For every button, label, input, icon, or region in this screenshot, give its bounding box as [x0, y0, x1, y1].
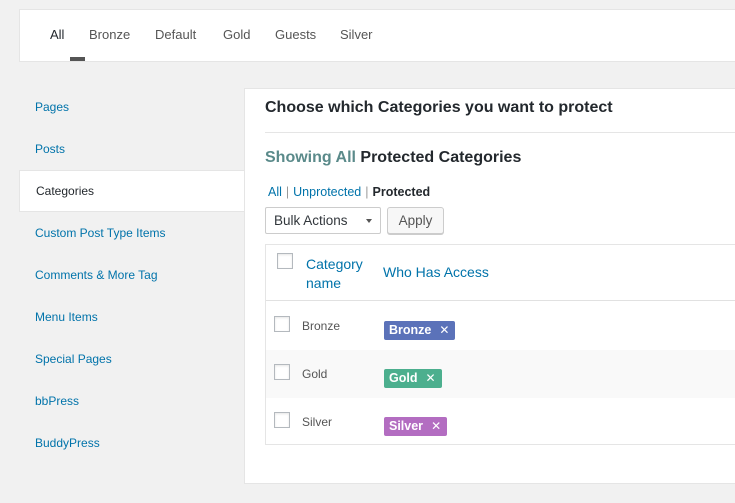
select-all-checkbox[interactable] — [277, 253, 293, 269]
row-checkbox[interactable] — [274, 412, 290, 428]
filter-protected-current[interactable]: Protected — [373, 185, 431, 199]
content-type-sidebar: Pages Posts Categories Custom Post Type … — [19, 86, 246, 464]
filter-separator: | — [285, 185, 290, 199]
sidebar-item-menu-items[interactable]: Menu Items — [19, 296, 245, 338]
remove-access-icon[interactable]: ✕ — [425, 371, 435, 385]
access-badge: Gold ✕ — [384, 369, 442, 388]
membership-level-tabs: All Bronze Default Gold Guests Silver — [19, 9, 735, 62]
row-checkbox[interactable] — [274, 316, 290, 332]
showing-prefix: Showing All — [265, 149, 356, 166]
apply-button[interactable]: Apply — [387, 207, 444, 234]
access-badge: Silver ✕ — [384, 417, 448, 436]
bulk-actions-select[interactable]: Bulk Actions — [265, 207, 381, 234]
column-header-category-name[interactable]: Category name — [306, 255, 376, 293]
categories-table: Category name Who Has Access Bronze Bron… — [265, 244, 735, 445]
category-name: Silver — [302, 415, 333, 429]
category-name: Bronze — [302, 319, 341, 333]
panel-title: Choose which Categories you want to prot… — [265, 99, 613, 116]
sidebar-item-pages[interactable]: Pages — [19, 86, 245, 128]
tab-default[interactable]: Default — [155, 10, 196, 62]
tab-all[interactable]: All — [50, 10, 64, 62]
access-badge-label: Silver — [389, 419, 424, 433]
filter-all-link[interactable]: All — [268, 185, 282, 199]
access-badge-label: Gold — [389, 371, 418, 385]
filter-unprotected-link[interactable]: Unprotected — [293, 185, 361, 199]
remove-access-icon[interactable]: ✕ — [439, 323, 449, 337]
table-row: Bronze Bronze ✕ — [266, 302, 735, 350]
tab-guests[interactable]: Guests — [275, 10, 316, 62]
table-row: Silver Silver ✕ — [266, 398, 735, 446]
chevron-down-icon — [366, 219, 372, 223]
sidebar-item-bbpress[interactable]: bbPress — [19, 380, 245, 422]
table-row: Gold Gold ✕ — [266, 350, 735, 398]
title-divider — [265, 132, 735, 133]
showing-suffix: Protected Categories — [360, 149, 522, 166]
showing-heading: Showing All Protected Categories — [265, 149, 521, 167]
sidebar-item-comments-more-tag[interactable]: Comments & More Tag — [19, 254, 245, 296]
table-header: Category name Who Has Access — [266, 245, 735, 301]
category-name: Gold — [302, 367, 328, 381]
access-badge-label: Bronze — [389, 323, 432, 337]
sidebar-item-special-pages[interactable]: Special Pages — [19, 338, 245, 380]
filter-separator: | — [365, 185, 369, 199]
sidebar-item-categories[interactable]: Categories — [19, 170, 246, 212]
sidebar-item-buddypress[interactable]: BuddyPress — [19, 422, 245, 464]
tab-gold[interactable]: Gold — [223, 10, 250, 62]
bulk-actions-label: Bulk Actions — [274, 213, 348, 228]
remove-access-icon[interactable]: ✕ — [431, 419, 441, 433]
sidebar-item-posts[interactable]: Posts — [19, 128, 245, 170]
tab-silver[interactable]: Silver — [340, 10, 373, 62]
column-header-who-has-access[interactable]: Who Has Access — [383, 264, 489, 280]
row-checkbox[interactable] — [274, 364, 290, 380]
access-badge: Bronze ✕ — [384, 321, 456, 340]
tab-bronze[interactable]: Bronze — [89, 10, 130, 62]
categories-panel: Choose which Categories you want to prot… — [244, 88, 735, 484]
sidebar-item-custom-post-type-items[interactable]: Custom Post Type Items — [19, 212, 245, 254]
filter-links: All | Unprotected | Protected — [268, 185, 430, 199]
active-tab-indicator — [70, 57, 85, 61]
